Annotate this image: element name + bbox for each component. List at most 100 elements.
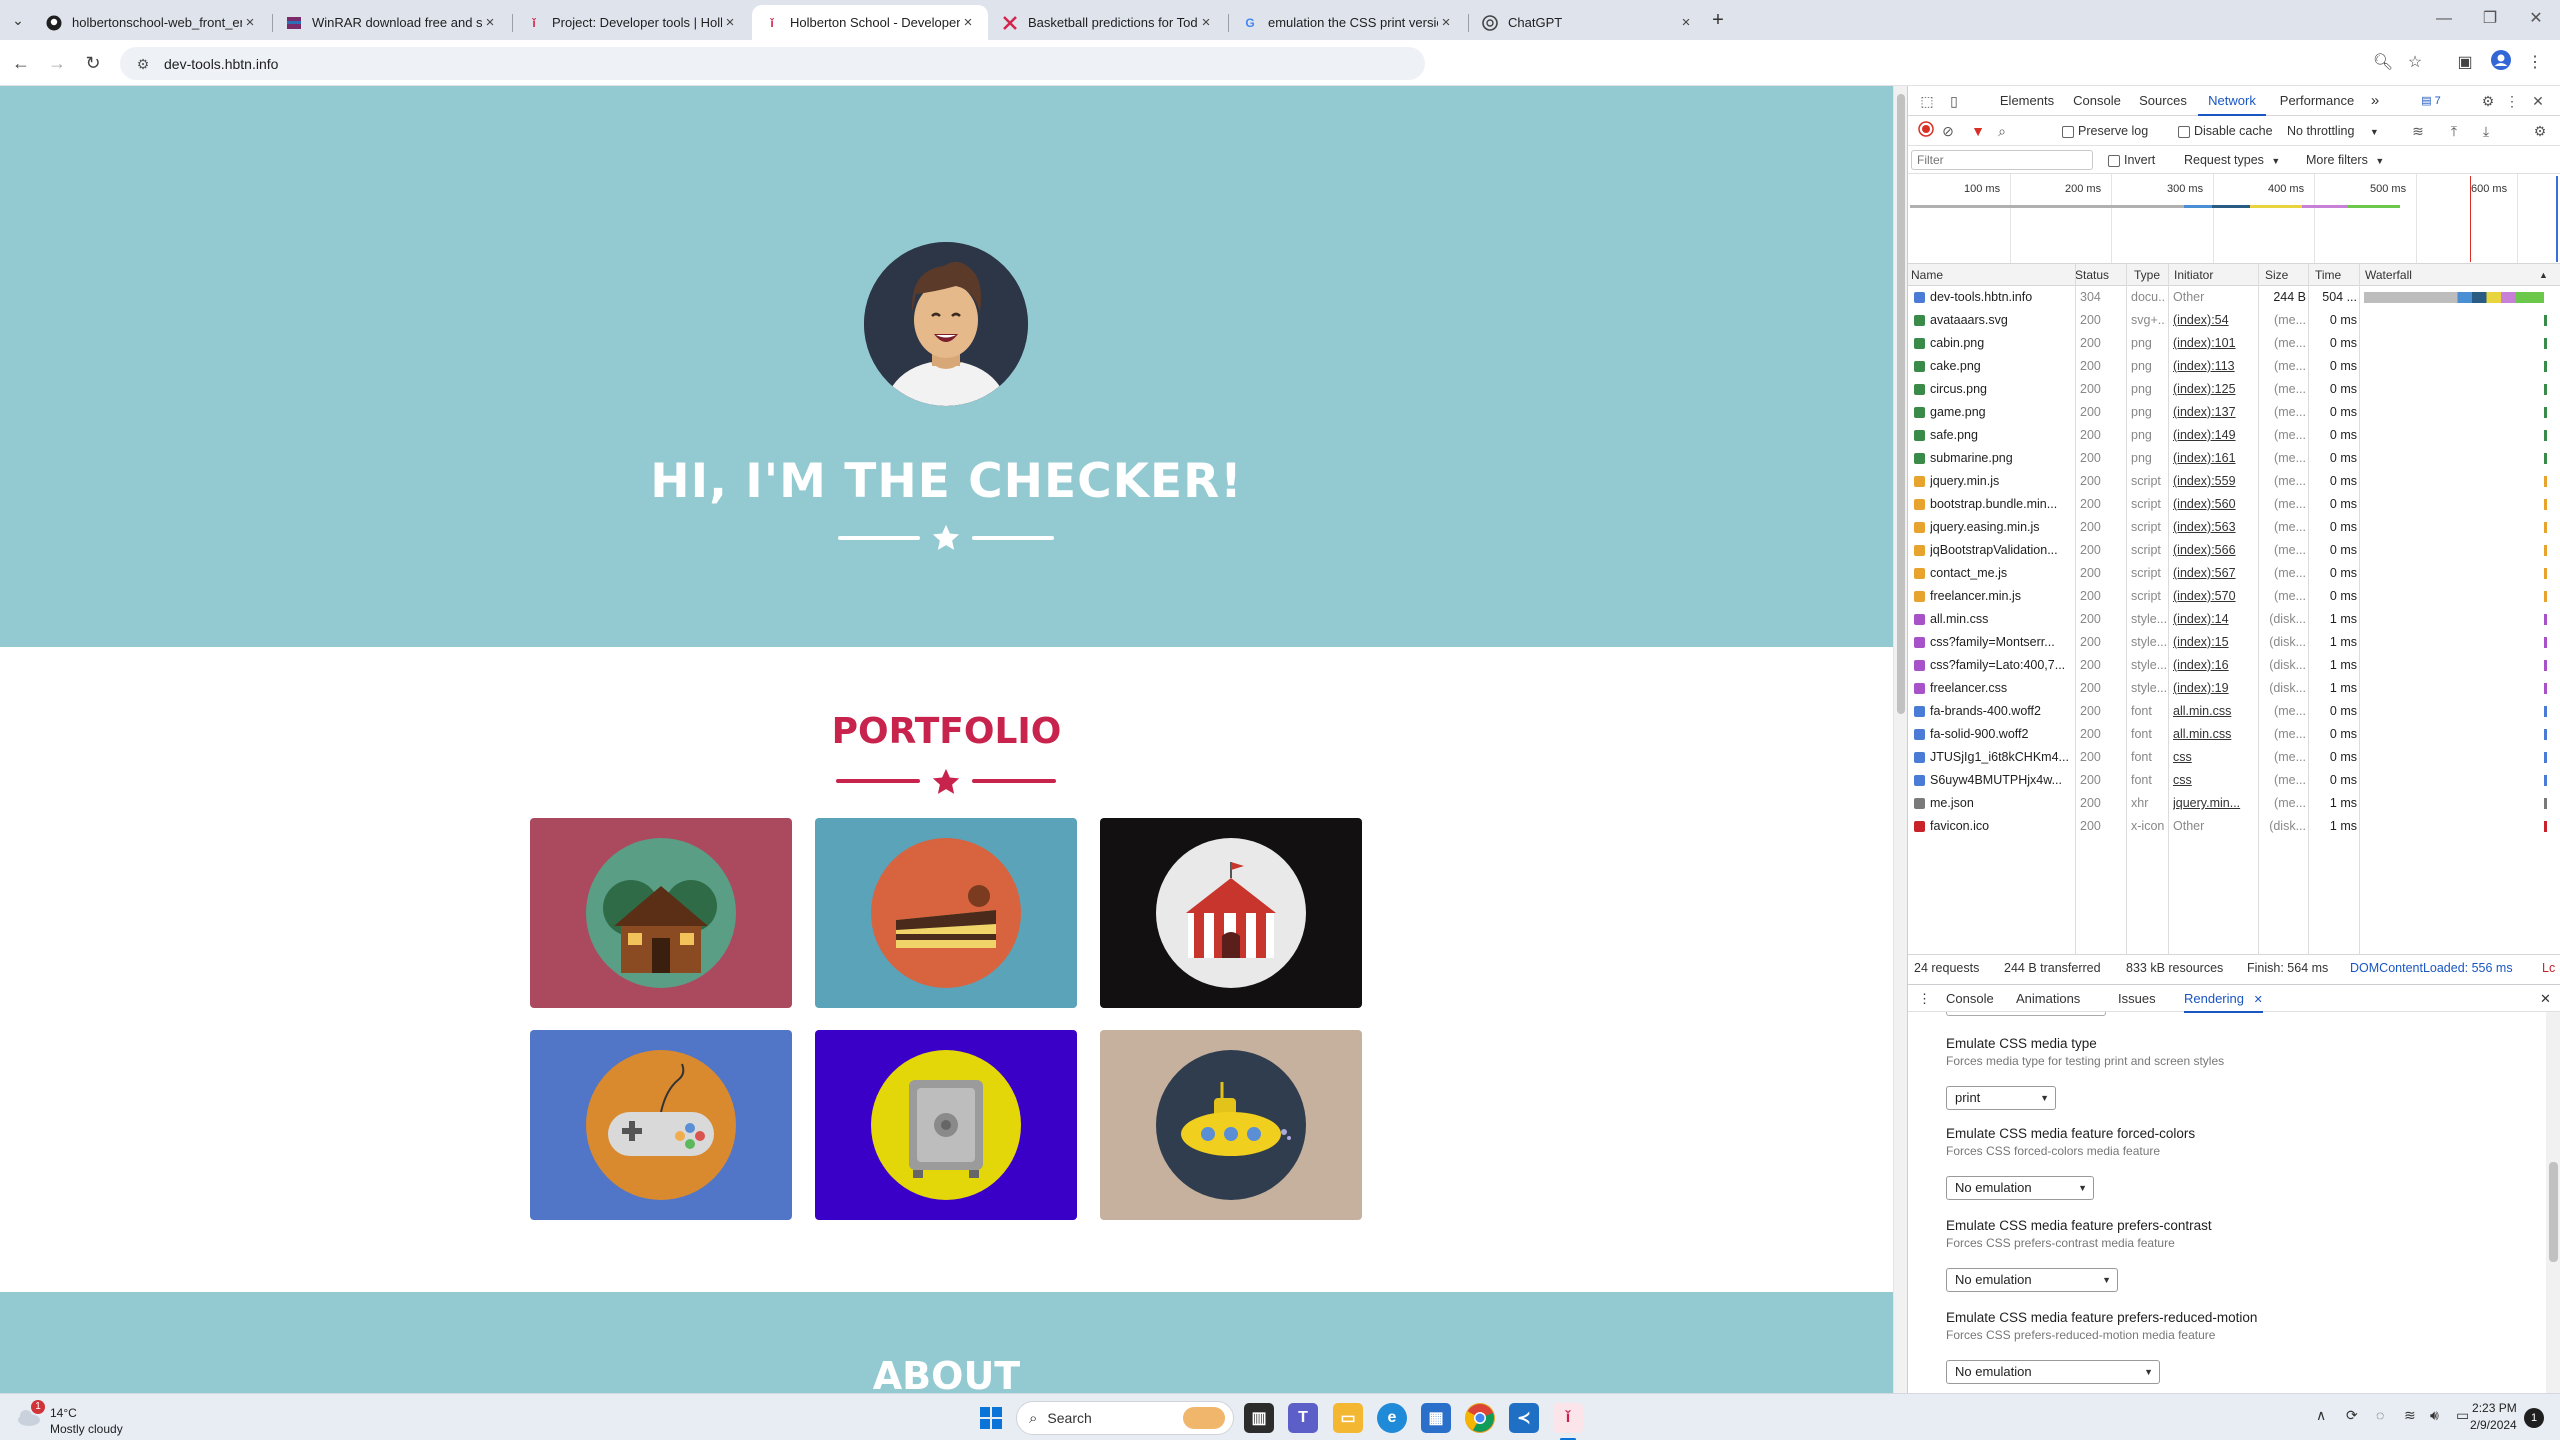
tab-search-icon[interactable]: ⌄ (8, 10, 28, 30)
column-header-time[interactable]: Time (2312, 264, 2341, 286)
browser-tab[interactable]: Basketball predictions for Toda × (990, 5, 1226, 40)
drawer-tab-animations[interactable]: Animations (2016, 985, 2080, 1013)
portfolio-item-cabin[interactable] (530, 818, 792, 1008)
table-row[interactable]: safe.png 200 png (index):149 (me... 0 ms (1908, 424, 2560, 447)
column-header-type[interactable]: Type (2131, 264, 2160, 286)
network-overview-timeline[interactable]: 100 ms 200 ms 300 ms 400 ms 500 ms 600 m… (1908, 174, 2560, 264)
table-row[interactable]: cabin.png 200 png (index):101 (me... 0 ms (1908, 332, 2560, 355)
store-icon[interactable]: ▦ (1421, 1403, 1451, 1433)
back-icon[interactable]: ← (8, 50, 34, 76)
url-text[interactable]: dev-tools.hbtn.info (164, 56, 278, 72)
request-name[interactable]: bootstrap.bundle.min... (1930, 493, 2075, 516)
request-name[interactable]: fa-brands-400.woff2 (1930, 700, 2075, 723)
browser-tab[interactable]: holbertonschool-web_front_en × (34, 5, 270, 40)
request-initiator[interactable]: (index):567 (2173, 562, 2256, 585)
request-initiator[interactable]: (index):15 (2173, 631, 2256, 654)
teams-icon[interactable]: T (1288, 1403, 1318, 1433)
request-name[interactable]: freelancer.min.js (1930, 585, 2075, 608)
request-name[interactable]: circus.png (1930, 378, 2075, 401)
site-info-icon[interactable]: ⚙ (134, 55, 152, 73)
table-row[interactable]: fa-solid-900.woff2 200 font all.min.css (me.… (1908, 723, 2560, 746)
vscode-icon[interactable]: ≺ (1509, 1403, 1539, 1433)
drawer-tab-issues[interactable]: Issues (2118, 985, 2156, 1013)
portfolio-item-cake[interactable] (815, 818, 1077, 1008)
request-initiator[interactable]: (index):14 (2173, 608, 2256, 631)
reload-icon[interactable]: ↻ (80, 50, 106, 76)
windows-start-icon[interactable] (976, 1403, 1006, 1433)
column-header-initiator[interactable]: Initiator (2171, 264, 2213, 286)
side-panel-icon[interactable]: ▣ (2452, 50, 2478, 76)
browser-tab-active[interactable]: ǐ Holberton School - Developer t × (752, 5, 988, 40)
holberton-app-icon[interactable]: ǐ (1553, 1403, 1583, 1433)
request-name[interactable]: submarine.png (1930, 447, 2075, 470)
more-filters-dropdown[interactable]: More filters ▼ (2306, 153, 2384, 167)
bookmark-star-icon[interactable]: ☆ (2402, 50, 2428, 76)
close-tab-icon[interactable]: × (722, 14, 738, 31)
device-toolbar-icon[interactable]: ▯ (1944, 91, 1964, 111)
import-har-icon[interactable]: ⤒ (2444, 121, 2464, 141)
column-header-name[interactable]: Name (1908, 264, 1943, 286)
close-tab-icon[interactable]: × (1438, 14, 1454, 31)
record-icon[interactable] (1916, 121, 1936, 141)
column-header-size[interactable]: Size (2262, 264, 2288, 286)
throttling-select[interactable]: No throttling ▼ (2287, 124, 2379, 138)
request-initiator[interactable]: (index):125 (2173, 378, 2256, 401)
issues-badge[interactable]: ▤ 7 (2416, 91, 2446, 111)
table-row[interactable]: freelancer.css 200 style... (index):19 (disk… (1908, 677, 2560, 700)
profile-avatar-icon[interactable] (2488, 50, 2514, 76)
request-name[interactable]: safe.png (1930, 424, 2075, 447)
preserve-log-checkbox[interactable]: Preserve log (2062, 124, 2148, 138)
invert-checkbox[interactable]: Invert (2108, 153, 2155, 167)
request-name[interactable]: cake.png (1930, 355, 2075, 378)
request-name[interactable]: contact_me.js (1930, 562, 2075, 585)
close-devtools-icon[interactable]: ✕ (2528, 91, 2548, 111)
show-hidden-icons[interactable]: ∧ (2316, 1407, 2326, 1424)
close-tab-icon[interactable]: × (1198, 14, 1214, 31)
edge-icon[interactable]: e (1377, 1403, 1407, 1433)
zoom-icon[interactable]: 🔍︎ (2370, 50, 2396, 76)
table-row[interactable]: jquery.easing.min.js 200 script (index):563… (1908, 516, 2560, 539)
drawer-tab-rendering[interactable]: Rendering ✕ (2184, 985, 2263, 1013)
request-initiator[interactable]: (index):149 (2173, 424, 2256, 447)
request-name[interactable]: dev-tools.hbtn.info (1930, 286, 2075, 309)
inspect-element-icon[interactable]: ⬚ (1917, 91, 1937, 111)
request-initiator[interactable]: Other (2173, 815, 2256, 838)
clear-icon[interactable]: ⊘ (1938, 121, 1958, 141)
browser-tab[interactable]: G emulation the CSS print version × (1230, 5, 1466, 40)
request-name[interactable]: fa-solid-900.woff2 (1930, 723, 2075, 746)
table-row[interactable]: jqBootstrapValidation... 200 script (index)… (1908, 539, 2560, 562)
page-scrollbar[interactable] (1893, 86, 1907, 1393)
file-explorer-icon[interactable]: ▭ (1333, 1403, 1363, 1433)
request-name[interactable]: S6uyw4BMUTPHjx4w... (1930, 769, 2075, 792)
request-initiator[interactable]: all.min.css (2173, 700, 2256, 723)
request-initiator[interactable]: (index):161 (2173, 447, 2256, 470)
table-row[interactable]: css?family=Lato:400,7... 200 style... (inde… (1908, 654, 2560, 677)
request-name[interactable]: me.json (1930, 792, 2075, 815)
table-row[interactable]: submarine.png 200 png (index):161 (me... 0 ms (1908, 447, 2560, 470)
filter-icon[interactable]: ▼ (1968, 121, 1988, 141)
battery-icon[interactable]: ▭ (2456, 1407, 2469, 1424)
chrome-icon[interactable] (1465, 1403, 1495, 1433)
prefers-reduced-motion-select[interactable]: No emulation ▼ (1946, 1360, 2160, 1384)
table-row[interactable]: avataaars.svg 200 svg+... (index):54 (me... 0… (1908, 309, 2560, 332)
request-name[interactable]: freelancer.css (1930, 677, 2075, 700)
filter-input[interactable] (1911, 150, 2093, 170)
table-row[interactable]: favicon.ico 200 x-icon Other (disk... 1 ms (1908, 815, 2560, 838)
browser-tab[interactable]: ǐ Project: Developer tools | Holb × (514, 5, 750, 40)
table-row[interactable]: S6uyw4BMUTPHjx4w... 200 font css (me... 0 ms (1908, 769, 2560, 792)
network-conditions-icon[interactable]: ≋ (2408, 121, 2428, 141)
drawer-tab-console[interactable]: Console (1946, 985, 1994, 1013)
request-initiator[interactable]: all.min.css (2173, 723, 2256, 746)
wifi-icon[interactable]: ≋ (2404, 1407, 2416, 1424)
table-row[interactable]: cake.png 200 png (index):113 (me... 0 ms (1908, 355, 2560, 378)
request-name[interactable]: all.min.css (1930, 608, 2075, 631)
system-clock[interactable]: 2:23 PM 2/9/2024 (2470, 1400, 2517, 1434)
minimize-icon[interactable]: — (2424, 7, 2464, 31)
chrome-menu-icon[interactable]: ⋮ (2522, 50, 2548, 76)
request-initiator[interactable]: (index):560 (2173, 493, 2256, 516)
request-initiator[interactable]: (index):137 (2173, 401, 2256, 424)
search-icon[interactable]: ⌕ (1992, 121, 2012, 141)
request-initiator[interactable]: (index):570 (2173, 585, 2256, 608)
request-initiator[interactable]: jquery.min... (2173, 792, 2256, 815)
request-name[interactable]: avataaars.svg (1930, 309, 2075, 332)
